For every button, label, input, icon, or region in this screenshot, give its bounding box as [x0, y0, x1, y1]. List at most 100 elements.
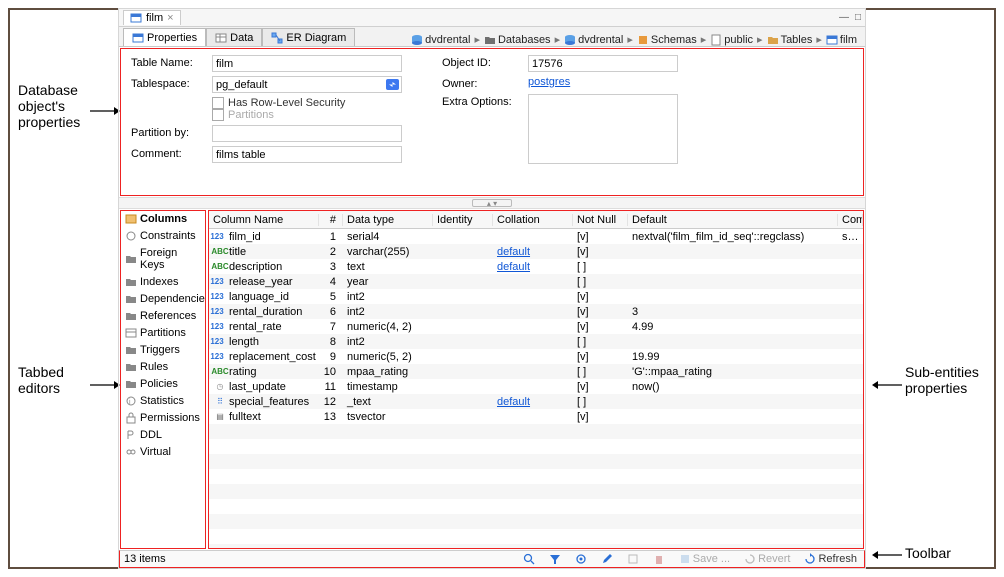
table-row[interactable]: ABCdescription3textdefault[ ] — [209, 259, 863, 274]
collation-link[interactable]: default — [497, 246, 530, 258]
editor-tab-icon — [125, 253, 137, 265]
col-header-default[interactable]: Default — [628, 214, 838, 226]
column-datatype: tsvector — [343, 411, 433, 423]
table-row[interactable]: 123rental_rate7numeric(4, 2)[v]4.99 — [209, 319, 863, 334]
search-button[interactable] — [520, 553, 538, 565]
column-datatype: serial4 — [343, 231, 433, 243]
col-header-num[interactable]: # — [319, 214, 343, 226]
table-row-empty — [209, 499, 863, 514]
datatype-icon: 123 — [213, 307, 227, 317]
breadcrumb-schemas[interactable]: Schemas — [637, 34, 697, 46]
editor-tab-label: Columns — [140, 213, 187, 225]
tab-data[interactable]: Data — [206, 28, 262, 46]
column-collation: default — [493, 246, 573, 258]
editor-tab-icon — [125, 446, 137, 458]
column-datatype: timestamp — [343, 381, 433, 393]
table-row[interactable]: 123rental_duration6int2[v]3 — [209, 304, 863, 319]
column-ordinal: 2 — [319, 246, 343, 258]
column-notnull: [ ] — [573, 261, 628, 273]
collation-link[interactable]: default — [497, 396, 530, 408]
breadcrumb-tables[interactable]: Tables — [767, 34, 813, 46]
row-security-checkbox[interactable]: Has Row-Level Security — [212, 97, 402, 109]
titlebar: film × — □ — [119, 9, 865, 27]
splitter[interactable]: ▴ ▾ — [119, 197, 865, 209]
partitions-checkbox: Partitions — [212, 109, 402, 121]
editor-tab-icon — [125, 230, 137, 242]
database-icon — [564, 34, 576, 46]
editor-tab-indexes[interactable]: Indexes — [121, 274, 205, 291]
editor-tab-icon — [125, 213, 137, 225]
partition-by-input[interactable] — [212, 125, 402, 142]
table-row[interactable]: 123release_year4year[ ] — [209, 274, 863, 289]
editor-tab-policies[interactable]: Policies — [121, 376, 205, 393]
table-name-input[interactable] — [212, 55, 402, 72]
breadcrumb-databases[interactable]: Databases — [484, 34, 551, 46]
col-header-dtype[interactable]: Data type — [343, 214, 433, 226]
owner-link[interactable]: postgres — [528, 76, 570, 88]
editor-tab-constraints[interactable]: Constraints — [121, 228, 205, 245]
editor-tab-columns[interactable]: Columns — [121, 211, 205, 228]
editor-tab-rules[interactable]: Rules — [121, 359, 205, 376]
refresh-button[interactable]: Refresh — [801, 553, 860, 565]
breadcrumb-database[interactable]: dvdrental — [564, 34, 623, 46]
editor-tab-partitions[interactable]: Partitions — [121, 325, 205, 342]
column-datatype: text — [343, 261, 433, 273]
col-header-collation[interactable]: Collation — [493, 214, 573, 226]
col-header-comment[interactable]: Comment — [838, 214, 863, 226]
editor-tab-triggers[interactable]: Triggers — [121, 342, 205, 359]
tab-er-diagram[interactable]: ER Diagram — [262, 28, 355, 46]
editor-tab-ddl[interactable]: DDL — [121, 427, 205, 444]
datatype-icon: ⠿ — [213, 397, 227, 407]
table-row[interactable]: 123replacement_cost9numeric(5, 2)[v]19.9… — [209, 349, 863, 364]
column-datatype: numeric(4, 2) — [343, 321, 433, 333]
table-row[interactable]: ◷last_update11timestamp[v]now() — [209, 379, 863, 394]
edit-button[interactable] — [598, 553, 616, 565]
minimize-icon[interactable]: — — [839, 12, 849, 23]
column-collation: default — [493, 261, 573, 273]
editor-tab-statistics[interactable]: iStatistics — [121, 393, 205, 410]
object-id-input[interactable] — [528, 55, 678, 72]
table-row[interactable]: ⠿special_features12_textdefault[ ] — [209, 394, 863, 409]
table-row[interactable]: ABCrating10mpaa_rating[ ]'G'::mpaa_ratin… — [209, 364, 863, 379]
revert-button[interactable]: Revert — [741, 553, 793, 565]
editor-tab-icon — [125, 361, 137, 373]
filter-button[interactable] — [546, 553, 564, 565]
editor-tab-label: Virtual — [140, 446, 171, 458]
close-icon[interactable]: × — [167, 12, 173, 24]
column-default: nextval('film_film_id_seq'::regclass) — [628, 231, 838, 243]
editor-tab-virtual[interactable]: Virtual — [121, 444, 205, 461]
settings-button[interactable] — [572, 553, 590, 565]
editor-tab-film[interactable]: film × — [123, 10, 181, 25]
editor-tab-foreign-keys[interactable]: Foreign Keys — [121, 245, 205, 274]
grid-header: Column Name # Data type Identity Collati… — [209, 211, 863, 229]
table-row[interactable]: 123length8int2[ ] — [209, 334, 863, 349]
comment-input[interactable] — [212, 146, 402, 163]
col-header-notnull[interactable]: Not Null — [573, 214, 628, 226]
tab-properties[interactable]: Properties — [123, 28, 206, 46]
extra-options-input[interactable] — [528, 94, 678, 164]
maximize-icon[interactable]: □ — [855, 12, 861, 23]
breadcrumb-table[interactable]: film — [826, 34, 857, 46]
editor-tab-references[interactable]: References — [121, 308, 205, 325]
breadcrumb-connection[interactable]: dvdrental — [411, 34, 470, 46]
delete-button[interactable] — [650, 553, 668, 565]
collation-link[interactable]: default — [497, 261, 530, 273]
col-header-name[interactable]: Column Name — [209, 214, 319, 226]
editor-tab-permissions[interactable]: Permissions — [121, 410, 205, 427]
save-button[interactable]: Save ... — [676, 553, 733, 565]
table-row[interactable]: ▤fulltext13tsvector[v] — [209, 409, 863, 424]
col-header-identity[interactable]: Identity — [433, 214, 493, 226]
table-row[interactable]: 123film_id1serial4[v]nextval('film_film_… — [209, 229, 863, 244]
tablespace-select[interactable]: pg_default — [212, 76, 402, 93]
table-row-empty — [209, 439, 863, 454]
column-name: rental_duration — [229, 306, 302, 318]
breadcrumb-schema[interactable]: public — [710, 34, 753, 46]
checkbox-icon — [212, 109, 224, 121]
add-button[interactable] — [624, 553, 642, 565]
editor-tab-dependencies[interactable]: Dependencies — [121, 291, 205, 308]
table-row[interactable]: ABCtitle2varchar(255)default[v] — [209, 244, 863, 259]
table-row[interactable]: 123language_id5int2[v] — [209, 289, 863, 304]
tabbed-editors: Columns ConstraintsForeign KeysIndexesDep… — [120, 210, 206, 549]
column-ordinal: 9 — [319, 351, 343, 363]
revert-icon — [744, 553, 756, 565]
